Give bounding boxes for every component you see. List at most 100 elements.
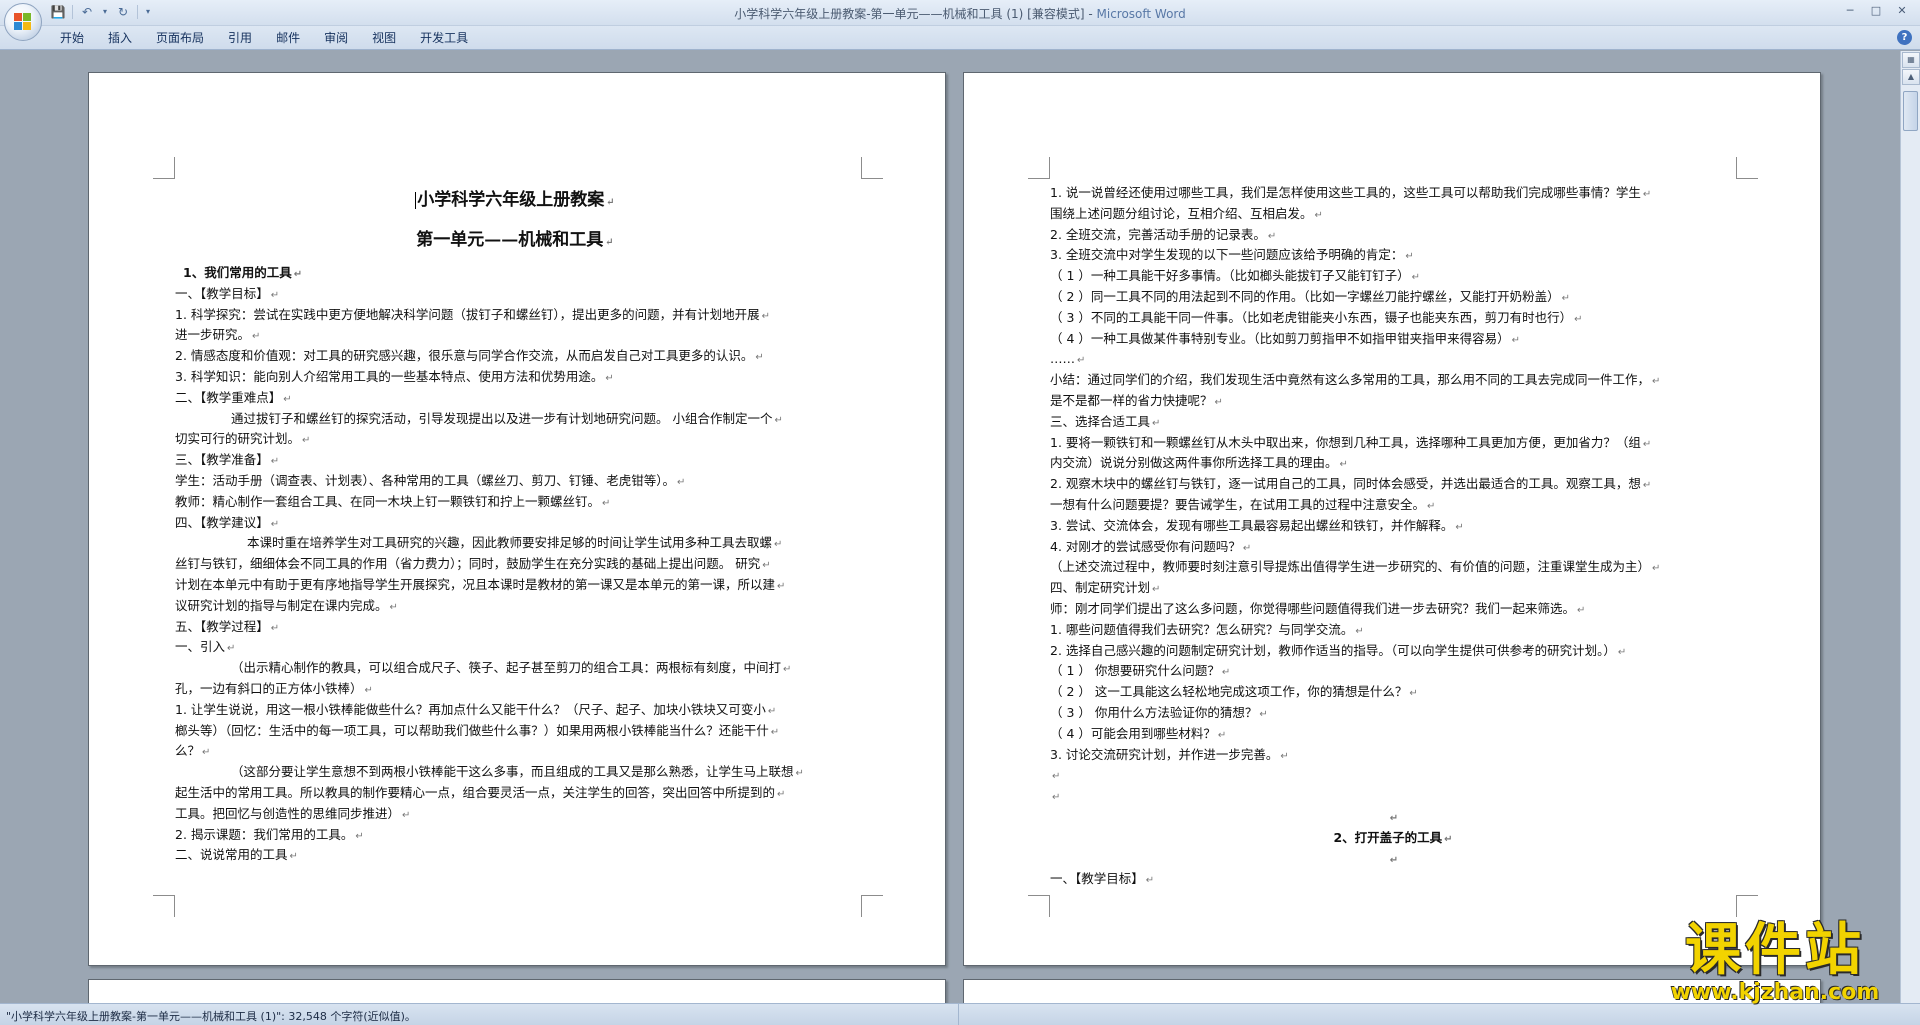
paragraph-text: （ 3 ）不同的工具能干同一件事。（比如老虎钳能夹小东西，镊子也能夹东西，剪刀有… [1050,309,1573,325]
ribbon-tab[interactable]: 审阅 [312,30,360,46]
paragraph-mark: ↵ [774,414,783,426]
paragraph-line: （出示精心制作的教具，可以组合成尺子、筷子、起子甚至剪刀的组合工具：两根标有刻度… [175,658,855,679]
paragraph-mark: ↵ [1642,480,1652,492]
paragraph-text: （这部分要让学生意想不到两根小铁棒能干这么多事，而且组成的工具又是那么熟悉，让学… [231,764,794,780]
page-2-paragraphs: 1. 说一说曾经还使用过哪些工具，我们是怎样使用这些工具的，这些工具可以帮助我们… [1050,183,1736,890]
paragraph-mark: ↵ [283,393,292,405]
ribbon-tabs: 开始 插入 页面布局 引用 邮件 审阅 视图 开发工具 [48,30,480,46]
paragraph-line: ↵ [1050,786,1736,807]
paragraph-text: 1. 哪些问题值得我们去研究？怎么研究？与同学交流。 [1050,621,1354,637]
paragraph-line: 1. 让学生说说，用这一根小铁棒能做些什么？再加点什么又能干什么？（尺子、起子、… [175,700,855,721]
paragraph-text: 2. 选择自己感兴趣的问题制定研究计划，教师作适当的指导。（可以向学生提供可供参… [1050,642,1616,658]
help-icon[interactable]: ? [1897,30,1912,45]
logo-square-green [23,13,31,21]
maximize-icon[interactable]: □ [1864,2,1888,20]
watermark-text: 课件站 [1685,917,1865,983]
scrollbar-thumb[interactable] [1903,91,1918,131]
title-bar: 💾 ↶ ▾ ↻ ▾ 小学科学六年级上册教案-第一单元——机械和工具 (1) [兼… [0,0,1920,26]
paragraph-mark: ↵ [270,456,280,468]
document-workspace[interactable]: 小学科学六年级上册教案 ↵ 第一单元——机械和工具 ↵ 1、我们常用的工具 ↵ 一、【教… [0,51,1900,1003]
crop-mark-top-left [1028,157,1050,179]
paragraph-text: （上述交流过程中，教师要时刻注意引导提炼出值得学生进一步研究的、有价值的问题，注… [1050,559,1651,575]
ribbon-tab[interactable]: 引用 [216,30,264,46]
paragraph-line: 3. 尝试、交流体会，发现有哪些工具最容易起出螺丝和铁钉，并作解释。 ↵ [1050,516,1736,537]
paragraph-mark: ↵ [1444,833,1453,845]
paragraph-text: 2. 全班交流，完善活动手册的记录表。 [1050,226,1266,242]
paragraph-line: 1. 科学探究：尝试在实践中更方便地解决科学问题（拔钉子和螺丝钉），提出更多的问… [175,305,855,326]
paragraph-mark: ↵ [783,664,792,676]
paragraph-mark: ↵ [302,435,311,447]
ruler-toggle-icon[interactable]: ▦ [1902,52,1920,68]
crop-mark-bottom-left [1028,895,1050,917]
paragraph-line: 1、我们常用的工具 ↵ [175,263,855,284]
paragraph-mark: ↵ [1314,209,1323,221]
paragraph-text: （ 3 ） 你用什么方法验证你的猜想？ [1050,704,1258,720]
paragraph-text: （ 2 ）同一工具不同的用法起到不同的作用。（比如一字螺丝刀能拧螺丝，又能打开奶… [1050,288,1560,304]
paragraph-line: 2. 观察木块中的螺丝钉与铁钉，逐一试用自己的工具，同时体会感受，并选出最适合的… [1050,474,1736,495]
paragraph-mark: ↵ [1355,625,1364,637]
paragraph-mark: ↵ [1145,875,1155,887]
paragraph-line: 内交流）说说分别做这两件事你所选择工具的理由。 ↵ [1050,453,1736,474]
paragraph-text: 师：刚才同学们提出了这么多问题，你觉得哪些问题值得我们进一步去研究？我们一起来筛… [1050,600,1576,616]
paragraph-text: 是不是都一样的省力快捷呢？ [1050,392,1213,408]
paragraph-mark: ↵ [1511,334,1521,346]
paragraph-line: 围绕上述问题分组讨论，互相介绍、互相启发。 ↵ [1050,204,1736,225]
paragraph-text: …… [1050,351,1075,367]
paragraph-mark: ↵ [1642,189,1652,200]
paragraph-text: 本课时重在培养学生对工具研究的兴趣，因此教师要安排足够的时间让学生试用多种工具去… [247,535,773,551]
paragraph-text: （ 1 ） 你想要研究什么问题？ [1050,663,1220,679]
paragraph-mark: ↵ [1574,313,1583,325]
paragraph-text: （ 4 ）一种工具做某件事特别专业。（比如剪刀剪指甲不如指甲钳夹指甲来得容易） [1050,330,1510,346]
paragraph-mark: ↵ [1577,604,1586,616]
paragraph-text: 一想有什么问题要提？要告诫学生，在试用工具的过程中注意安全。 [1050,496,1426,512]
paragraph-line: 2. 全班交流，完善活动手册的记录表。 ↵ [1050,225,1736,246]
paragraph-mark: ↵ [770,726,780,738]
ribbon-tab[interactable]: 开始 [48,30,96,46]
paragraph-mark: ↵ [1652,376,1661,388]
ribbon-tab[interactable]: 邮件 [264,30,312,46]
crop-mark-top-right [861,157,883,179]
paragraph-line: 1. 哪些问题值得我们去研究？怎么研究？与同学交流。 ↵ [1050,620,1736,641]
ribbon-tab[interactable]: 开发工具 [408,30,480,46]
crop-mark-top-left [153,157,175,179]
paragraph-mark: ↵ [605,237,614,248]
ribbon-tab[interactable]: 页面布局 [144,30,216,46]
paragraph-text: 起生活中的常用工具。所以教具的制作要精心一点，组合要灵活一点，关注学生的回答，突… [175,784,776,800]
paragraph-line: 三、选择合适工具 ↵ [1050,412,1736,433]
ribbon-tab[interactable]: 视图 [360,30,408,46]
paragraph-text: 教师：精心制作一套组合工具、在同一木块上钉一颗铁钉和拧上一颗螺丝钉。 [175,493,601,509]
unit-heading-text: 第一单元——机械和工具 [416,230,604,250]
office-button[interactable] [4,3,42,41]
paragraph-mark: ↵ [1339,459,1348,471]
paragraph-text: 工具。把回忆与创造性的思维同步推进） [175,805,401,821]
paragraph-line: 一想有什么问题要提？要告诫学生，在试用工具的过程中注意安全。 ↵ [1050,495,1736,516]
paragraph-text: 内交流）说说分别做这两件事你所选择工具的理由。 [1050,455,1338,471]
paragraph-mark: ↵ [1052,792,1061,804]
paragraph-line: 一、【教学目标】 ↵ [175,284,855,305]
paragraph-mark: ↵ [202,747,211,759]
scroll-up-icon[interactable]: ▲ [1902,69,1920,85]
paragraph-text: 小结：通过同学们的介绍，我们发现生活中竟然有这么多常用的工具，那么用不同的工具去… [1050,372,1651,388]
paragraph-line: 五、【教学过程】 ↵ [175,617,855,638]
paragraph-mark: ↵ [1617,646,1627,658]
paragraph-line: 一、引入 ↵ [175,637,855,658]
document-page-1[interactable]: 小学科学六年级上册教案 ↵ 第一单元——机械和工具 ↵ 1、我们常用的工具 ↵ 一、【教… [88,72,946,966]
ribbon-tab[interactable]: 插入 [96,30,144,46]
paragraph-mark: ↵ [1411,272,1421,284]
paragraph-mark: ↵ [677,476,686,488]
paragraph-mark: ↵ [252,331,261,343]
paragraph-text: 一、引入 [175,639,226,655]
close-icon[interactable]: ✕ [1890,2,1914,20]
document-page-3[interactable] [88,979,946,1003]
paragraph-text: 三、【教学准备】 [175,452,269,468]
vertical-scrollbar[interactable]: ▦ ▲ [1900,51,1920,1003]
minimize-icon[interactable]: ─ [1838,2,1862,20]
paragraph-line: 么？ ↵ [175,741,855,762]
paragraph-text: 4. 对刚才的尝试感受你有问题吗？ [1050,538,1241,554]
paragraph-text: 切实可行的研究计划。 [175,431,301,447]
paragraph-mark: ↵ [270,518,280,530]
ribbon-tab-bar: 开始 插入 页面布局 引用 邮件 审阅 视图 开发工具 ? [0,26,1920,50]
logo-square-yellow [23,22,31,30]
paragraph-line: 2、打开盖子的工具 ↵ [1050,828,1736,849]
document-page-2[interactable]: 1. 说一说曾经还使用过哪些工具，我们是怎样使用这些工具的，这些工具可以帮助我们… [963,72,1821,966]
